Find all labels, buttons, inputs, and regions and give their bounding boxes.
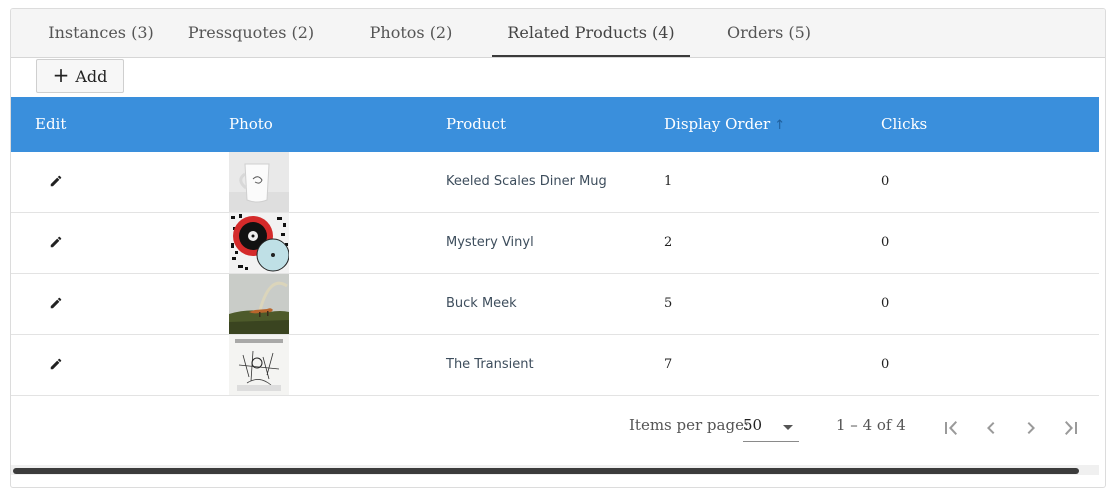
table-header: Edit Photo Product Display Order ↑ Clicks	[11, 97, 1099, 152]
product-name[interactable]: Mystery Vinyl	[446, 213, 534, 273]
display-order-value: 1	[664, 174, 673, 189]
tab-orders[interactable]: Orders (5)	[721, 9, 817, 58]
tab-photos[interactable]: Photos (2)	[363, 9, 459, 58]
fox-rainbow-photo	[229, 274, 289, 334]
sketch-album-art-photo	[229, 335, 289, 395]
previous-page-icon[interactable]	[979, 416, 1003, 440]
page-range-label: 1 – 4 of 4	[836, 416, 906, 434]
column-header-edit: Edit	[35, 115, 67, 133]
tab-pressquotes[interactable]: Pressquotes (2)	[185, 9, 317, 58]
related-products-panel: Instances (3) Pressquotes (2) Photos (2)…	[10, 8, 1106, 488]
next-page-icon[interactable]	[1019, 416, 1043, 440]
add-button-label: Add	[75, 66, 108, 86]
column-header-display-order-label: Display Order	[664, 115, 771, 133]
clicks-value: 0	[881, 357, 890, 372]
scrollbar-thumb[interactable]	[13, 468, 1079, 474]
display-order-value: 7	[664, 357, 673, 372]
pencil-icon[interactable]	[49, 235, 63, 249]
tab-instances[interactable]: Instances (3)	[29, 9, 173, 58]
column-header-display-order[interactable]: Display Order ↑	[664, 97, 785, 152]
clicks-value: 0	[881, 235, 890, 250]
arrow-up-icon: ↑	[774, 118, 786, 133]
active-tab-indicator	[492, 55, 690, 57]
display-order-value: 5	[664, 296, 673, 311]
clicks-value: 0	[881, 174, 890, 189]
pencil-icon[interactable]	[49, 296, 63, 310]
vinyl-records-photo	[229, 213, 289, 273]
product-name[interactable]: The Transient	[446, 335, 534, 395]
tab-related-products[interactable]: Related Products (4)	[492, 9, 690, 58]
plus-icon: +	[52, 63, 70, 87]
tab-bar: Instances (3) Pressquotes (2) Photos (2)…	[11, 9, 1105, 58]
clicks-value: 0	[881, 296, 890, 311]
caret-down-icon	[783, 425, 793, 430]
table-row: Mystery Vinyl 2 0	[11, 213, 1099, 274]
table-row: Buck Meek 5 0	[11, 274, 1099, 335]
items-per-page-value: 50	[743, 416, 763, 434]
paginator: Items per page: 50 1 – 4 of 4	[11, 404, 1099, 454]
table-row: The Transient 7 0	[11, 335, 1099, 396]
items-per-page-select[interactable]: 50	[743, 412, 799, 442]
product-name[interactable]: Buck Meek	[446, 274, 517, 334]
add-button[interactable]: + Add	[36, 59, 124, 93]
white-mug-photo	[229, 152, 289, 212]
table-row: Keeled Scales Diner Mug 1 0	[11, 152, 1099, 213]
last-page-icon[interactable]	[1059, 416, 1083, 440]
column-header-clicks: Clicks	[881, 115, 928, 133]
column-header-photo: Photo	[229, 115, 273, 133]
display-order-value: 2	[664, 235, 673, 250]
pencil-icon[interactable]	[49, 357, 63, 371]
column-header-product: Product	[446, 115, 506, 133]
product-name[interactable]: Keeled Scales Diner Mug	[446, 152, 607, 212]
pencil-icon[interactable]	[49, 174, 63, 188]
items-per-page-label: Items per page:	[629, 416, 750, 434]
first-page-icon[interactable]	[939, 416, 963, 440]
